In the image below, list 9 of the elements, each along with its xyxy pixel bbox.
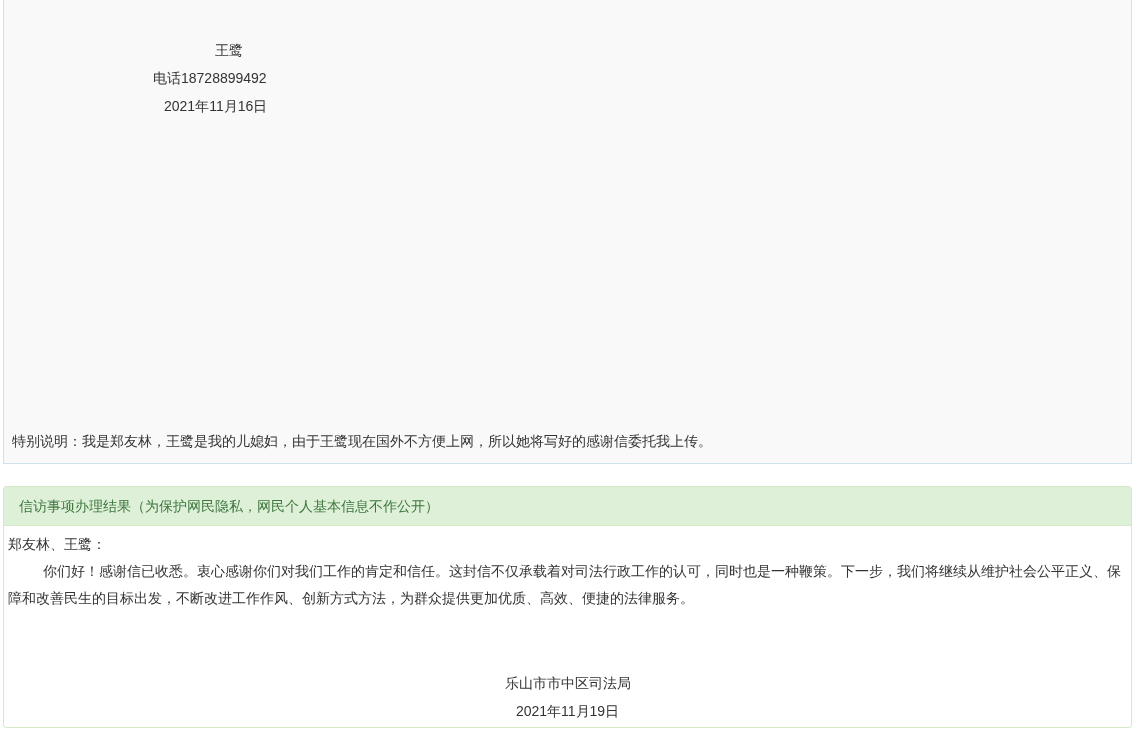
reply-paragraph: 你们好！感谢信已收悉。衷心感谢你们对我们工作的肯定和信任。这封信不仅承载着对司法行政工作的认可，同时也是一种鞭策。下一步，我们将继续从维护社会公平正义、保障和改善民生的目标出发，不断改进工作作风、创新方式方法，为群众提供更加优质、高效、便捷的法律服务。	[8, 562, 1122, 608]
signature-phone: 电话18728899492	[153, 69, 267, 88]
special-note: 特别说明：我是郑友林，王鹭是我的儿媳妇，由于王鹭现在国外不方便上网，所以她将写好的感谢信委托我上传。	[11, 432, 713, 451]
salutation: 郑友林、王鹭：	[8, 535, 106, 554]
organization-name: 乐山市市中区司法局	[504, 674, 631, 693]
reply-date: 2021年11月19日	[515, 702, 620, 721]
signature-date: 2021年11月16日	[164, 97, 268, 116]
result-title: 信访事项办理结果（为保护网民隐私，网民个人基本信息不作公开）	[19, 496, 439, 516]
signature-name: 王鹭	[215, 41, 243, 60]
